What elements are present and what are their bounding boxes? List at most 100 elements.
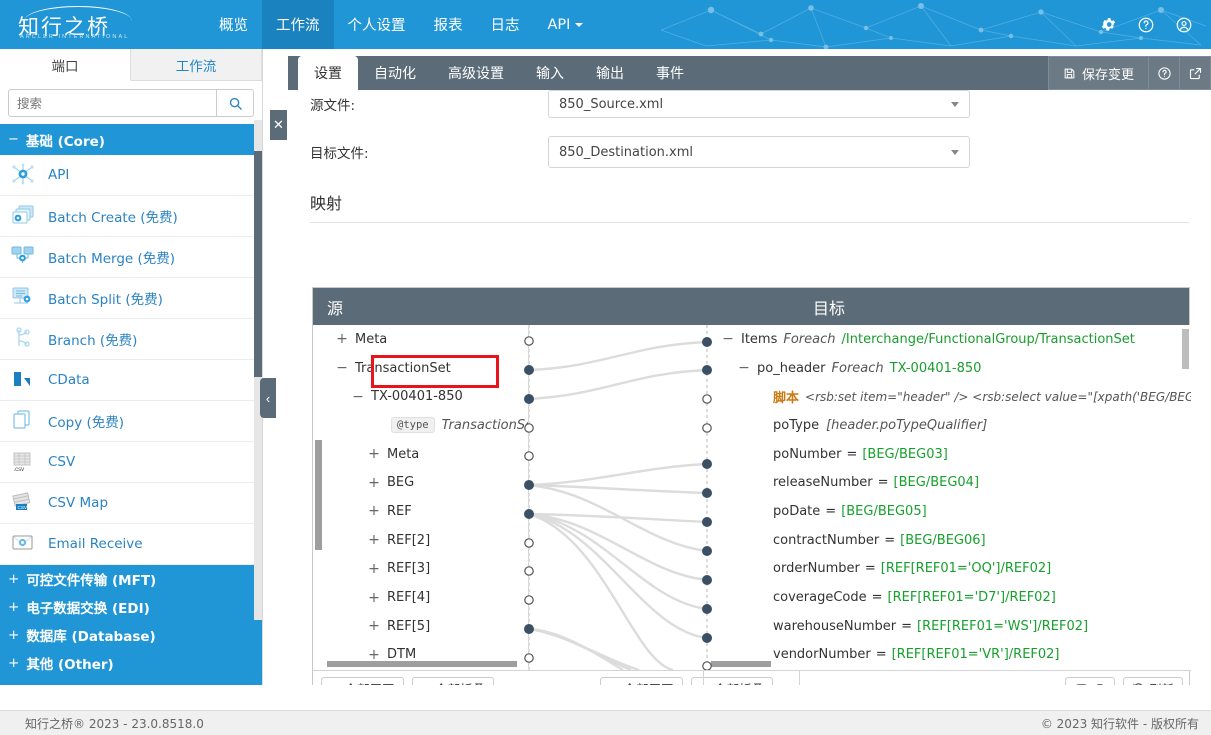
target-tree-row[interactable]: orderNumber = [REF[REF01='OQ']/REF02] (707, 555, 1191, 584)
nav-item-overview[interactable]: 概览 (205, 0, 262, 49)
source-tree-row[interactable]: + REF[4] (313, 583, 528, 612)
expand-toggle-icon[interactable]: + (367, 446, 381, 462)
expand-toggle-icon[interactable]: + (367, 532, 381, 548)
expand-toggle-icon[interactable]: + (367, 475, 381, 491)
sidebar-item-batch-split[interactable]: Batch Split (免费) (0, 278, 262, 319)
sidebar-item-copy[interactable]: Copy (免费) (0, 401, 262, 442)
sidebar-collapse-handle[interactable]: ‹ (260, 378, 276, 418)
target-tree-row[interactable]: coverageCode = [REF[REF01='D7']/REF02] (707, 583, 1191, 612)
source-file-select[interactable]: 850_Source.xml (548, 90, 970, 118)
script-content: <rsb:set item="header" /> <rsb:select va… (805, 389, 1191, 404)
node-path: TX-00401-850 (889, 360, 982, 376)
nav-item-reports[interactable]: 报表 (420, 0, 477, 49)
user-icon[interactable] (1165, 0, 1203, 49)
collapse-toggle-icon[interactable]: − (721, 331, 735, 347)
node-label: Meta (387, 446, 420, 462)
source-tree-row[interactable]: + Meta (313, 440, 528, 469)
nav-item-api[interactable]: API (534, 0, 598, 49)
app-logo[interactable]: 知行之桥 ARCLER INTERNATIONAL (14, 4, 140, 46)
sidebar-tab-workflows[interactable]: 工作流 (131, 49, 262, 80)
sidebar-item-batch-merge[interactable]: Batch Merge (免费) (0, 237, 262, 278)
help-button[interactable] (1149, 56, 1180, 90)
nav-item-workflow[interactable]: 工作流 (262, 0, 334, 49)
sidebar-category-other[interactable]: + 其他 (Other) (0, 649, 262, 677)
sidebar-scrollbar[interactable] (254, 120, 262, 620)
target-file-select[interactable]: 850_Destination.xml (548, 136, 970, 168)
sidebar-item-csv-map[interactable]: CSV CSV Map (0, 483, 262, 524)
expand-toggle-icon[interactable]: + (335, 331, 349, 347)
source-tree-row[interactable]: + REF (313, 497, 528, 526)
collapse-toggle-icon[interactable]: − (335, 360, 349, 376)
tab-automation[interactable]: 自动化 (358, 56, 432, 90)
sidebar-tab-ports[interactable]: 端口 (0, 49, 131, 81)
gear-icon[interactable] (1089, 0, 1127, 49)
sidebar-item-branch[interactable]: Branch (免费) (0, 319, 262, 360)
source-tree-horizontal-scrollbar[interactable] (327, 661, 517, 667)
tab-output[interactable]: 输出 (580, 56, 640, 90)
target-tree-row[interactable]: releaseNumber = [BEG/BEG04] (707, 468, 1191, 497)
target-tree-row[interactable]: vendorNumber = [REF[REF01='VR']/REF02] (707, 641, 1191, 670)
target-tree-row-script[interactable]: 脚本 <rsb:set item="header" /> <rsb:select… (707, 382, 1191, 411)
tab-events[interactable]: 事件 (640, 56, 700, 90)
source-tree-row[interactable]: + REF[3] (313, 555, 528, 584)
source-tree-row-selected[interactable]: − TX-00401-850 (313, 382, 528, 411)
target-tree-row[interactable]: contractNumber = [BEG/BEG06] (707, 526, 1191, 555)
sidebar-category-database[interactable]: + 数据库 (Database) (0, 621, 262, 649)
source-tree-vertical-scrollbar[interactable] (315, 440, 322, 550)
target-tree-row[interactable]: warehouseNumber = [REF[REF01='WS']/REF02… (707, 612, 1191, 641)
target-tree-row[interactable]: − Items Foreach /Interchange/FunctionalG… (707, 325, 1191, 354)
expand-toggle-icon[interactable]: + (367, 503, 381, 519)
close-icon[interactable]: ✕ (270, 110, 287, 140)
sidebar-category-edi[interactable]: + 电子数据交换 (EDI) (0, 593, 262, 621)
expand-toggle-icon[interactable]: + (367, 561, 381, 577)
foreach-keyword: Foreach (831, 360, 884, 376)
node-label: TransactionSet (355, 360, 451, 376)
script-label: 脚本 (773, 391, 800, 407)
api-icon (10, 163, 40, 187)
search-button[interactable] (216, 89, 254, 117)
nav-item-profile[interactable]: 个人设置 (334, 0, 420, 49)
sidebar-category-mft[interactable]: + 可控文件传输 (MFT) (0, 565, 262, 593)
collapse-toggle-icon[interactable]: − (737, 360, 751, 376)
sidebar-item-email-receive[interactable]: Email Receive (0, 524, 262, 565)
sidebar-item-batch-create[interactable]: Batch Create (免费) (0, 196, 262, 237)
sidebar-item-label: Batch Create (免费) (48, 210, 178, 226)
source-tree-row[interactable]: + REF[5] (313, 612, 528, 641)
target-tree-row[interactable]: poType [header.poTypeQualifier] (707, 411, 1191, 440)
sidebar-scrollbar-thumb[interactable] (254, 151, 262, 377)
node-label: REF (387, 503, 412, 519)
sidebar-item-csv[interactable]: .csv CSV (0, 442, 262, 483)
sidebar-item-api[interactable]: API (0, 155, 262, 196)
sidebar-category-core[interactable]: − 基础 (Core) (0, 124, 262, 155)
node-label: Meta (355, 331, 388, 347)
source-tree-row-attr[interactable]: @type TransactionSet (313, 411, 528, 440)
search-input[interactable] (8, 89, 216, 117)
expand-toggle-icon[interactable]: + (367, 590, 381, 606)
tab-settings[interactable]: 设置 (298, 56, 358, 90)
source-tree-row[interactable]: + BEG (313, 468, 528, 497)
help-icon[interactable] (1127, 0, 1165, 49)
target-tree-horizontal-scrollbar[interactable] (711, 661, 771, 667)
save-button[interactable]: 保存变更 (1047, 56, 1149, 90)
target-tree-row[interactable]: poNumber = [BEG/BEG03] (707, 440, 1191, 469)
collapse-toggle-icon[interactable]: − (351, 389, 365, 405)
source-tree-row[interactable]: + Meta (313, 325, 528, 354)
source-tree-row[interactable]: + REF[2] (313, 526, 528, 555)
nav-item-logs[interactable]: 日志 (477, 0, 534, 49)
sidebar-item-label: CSV Map (48, 495, 109, 511)
target-tree-row[interactable]: − po_header Foreach TX-00401-850 (707, 354, 1191, 383)
node-label: REF[5] (387, 618, 431, 634)
expand-toggle-icon[interactable]: + (367, 618, 381, 634)
target-tree-row[interactable]: poDate = [BEG/BEG05] (707, 497, 1191, 526)
source-tree-row[interactable]: − TransactionSet (313, 354, 528, 383)
sidebar-item-cdata[interactable]: CData (0, 360, 262, 401)
node-label: po_header (757, 360, 826, 376)
node-label: orderNumber (773, 561, 860, 577)
target-tree-vertical-scrollbar[interactable] (1182, 329, 1189, 369)
expand-toggle-icon: + (8, 599, 20, 615)
popout-button[interactable] (1180, 56, 1211, 90)
tab-advanced[interactable]: 高级设置 (432, 56, 520, 90)
tab-input[interactable]: 输入 (520, 56, 580, 90)
node-label: poDate (773, 503, 821, 519)
foreach-keyword: Foreach (783, 331, 836, 347)
